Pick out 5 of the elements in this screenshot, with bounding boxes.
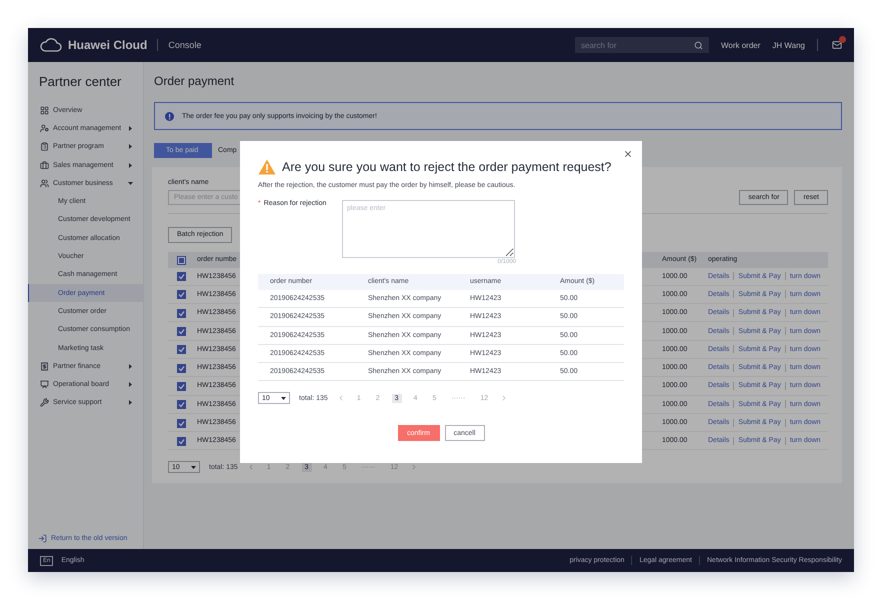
sidebar-title: Partner center xyxy=(38,74,122,91)
page-title: Order payment xyxy=(154,74,236,90)
dialog-title: Are you sure you want to reject the order payment request? xyxy=(282,160,612,174)
console-label: Console xyxy=(168,40,202,50)
brand-name: Huawei Cloud xyxy=(68,38,148,52)
